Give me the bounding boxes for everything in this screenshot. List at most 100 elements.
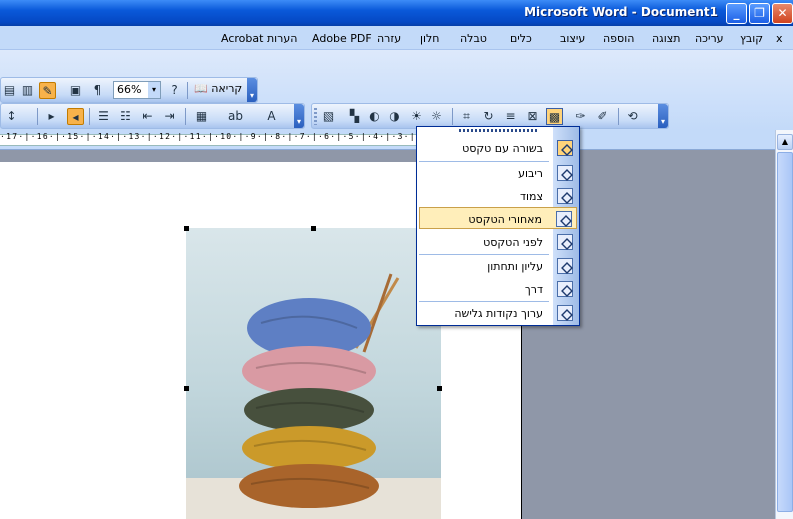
borders-icon[interactable]: ▦ xyxy=(193,108,210,125)
yarn-illustration xyxy=(186,273,441,519)
window-title: Microsoft Word - Document1 xyxy=(524,5,718,19)
numbering-icon[interactable]: ☰ xyxy=(95,108,112,125)
toolbar-separator xyxy=(37,108,38,125)
rotate-icon[interactable]: ↻ xyxy=(480,108,497,125)
zoom-select[interactable]: 66% ▾ xyxy=(113,81,161,99)
menu-edit[interactable]: עריכה xyxy=(695,32,724,45)
zoom-value: 66% xyxy=(117,83,142,96)
toolbar-separator xyxy=(452,108,453,125)
text-wrapping-menu: בשורה עם טקסט ריבוע צמוד מאחורי הטקסט לפ… xyxy=(416,126,580,326)
menu-drag-handle[interactable] xyxy=(459,129,537,132)
bullets-icon[interactable]: ☷ xyxy=(117,108,134,125)
resize-handle[interactable] xyxy=(437,386,442,391)
menu-item-label: מאחורי הטקסט xyxy=(468,213,542,226)
toolbar-separator xyxy=(618,108,619,125)
horizontal-ruler[interactable]: ·17·|·16·|·15·|·14·|·13·|·12·|·11·|·10·|… xyxy=(0,130,775,150)
close-document-button[interactable]: x xyxy=(776,32,783,45)
top-and-bottom-icon xyxy=(557,258,573,274)
square-wrap-icon xyxy=(557,165,573,181)
format-picture-icon[interactable]: ✑ xyxy=(572,108,589,125)
zoom-dropdown-arrow[interactable]: ▾ xyxy=(148,82,160,98)
wrap-tight[interactable]: צמוד xyxy=(419,185,577,207)
menu-window[interactable]: חלון xyxy=(420,32,439,45)
wrap-in-front-of-text[interactable]: לפני הטקסט xyxy=(419,231,577,253)
menu-adobe-pdf[interactable]: Adobe PDF xyxy=(312,32,372,45)
toolbar-separator xyxy=(89,108,90,125)
color-icon[interactable]: ▚ xyxy=(346,108,363,125)
menu-item-label: עליון ותחתון xyxy=(487,260,543,273)
text-wrapping-icon[interactable]: ▩ xyxy=(546,108,563,125)
excel-icon[interactable]: ▤ xyxy=(1,82,18,99)
menu-item-label: בשורה עם טקסט xyxy=(462,142,543,155)
less-brightness-icon[interactable]: ☼ xyxy=(428,108,445,125)
drawing-icon[interactable]: ✎ xyxy=(39,82,56,99)
menu-item-label: דרך xyxy=(524,283,543,296)
toolbar-options-chevron[interactable]: ▾ xyxy=(658,104,668,128)
ruler-labels: ·17·|·16·|·15·|·14·|·13·|·12·|·11·|·10·|… xyxy=(0,132,465,141)
decrease-indent-icon[interactable]: ⇤ xyxy=(139,108,156,125)
book-icon: 📖 xyxy=(194,82,208,95)
resize-handle[interactable] xyxy=(311,226,316,231)
more-brightness-icon[interactable]: ☀ xyxy=(408,108,425,125)
toolbar-separator xyxy=(187,82,188,99)
read-button[interactable]: 📖 קריאה xyxy=(194,82,242,95)
menu-tools[interactable]: כלים xyxy=(510,32,532,45)
toolbar-options-chevron[interactable]: ▾ xyxy=(247,78,257,102)
yarn-image[interactable] xyxy=(186,228,441,519)
scroll-up-button[interactable]: ▲ xyxy=(777,134,793,150)
tight-wrap-icon xyxy=(557,188,573,204)
wrap-inline-with-text[interactable]: בשורה עם טקסט xyxy=(419,137,577,159)
vertical-scrollbar[interactable]: ▲ xyxy=(775,130,793,519)
edit-wrap-points[interactable]: ערוך נקודות גלישה xyxy=(419,302,577,324)
menu-help[interactable]: עזרה xyxy=(377,32,401,45)
menu-item-label: ריבוע xyxy=(518,167,543,180)
font-color-icon[interactable]: A xyxy=(263,108,280,125)
columns-icon[interactable]: ▥ xyxy=(19,82,36,99)
title-bar: Microsoft Word - Document1 _ ❐ ✕ xyxy=(0,0,793,26)
increase-indent-icon[interactable]: ⇥ xyxy=(161,108,178,125)
menu-format[interactable]: עיצוב xyxy=(560,32,585,45)
ltr-paragraph-icon[interactable]: ▸ xyxy=(43,108,60,125)
in-front-of-text-icon xyxy=(557,234,573,250)
line-spacing-icon[interactable]: ↕ xyxy=(3,108,20,125)
reset-picture-icon[interactable]: ⟲ xyxy=(624,108,641,125)
formatting-toolbar: ↕ ▸ ◂ ☰ ☷ ⇤ ⇥ ▦ ab A ▾ xyxy=(0,103,305,129)
less-contrast-icon[interactable]: ◑ xyxy=(386,108,403,125)
set-transparent-color-icon[interactable]: ✐ xyxy=(594,108,611,125)
menu-file[interactable]: קובץ xyxy=(740,32,763,45)
menu-item-label: לפני הטקסט xyxy=(483,236,543,249)
rtl-paragraph-icon[interactable]: ◂ xyxy=(67,108,84,125)
menu-table[interactable]: טבלה xyxy=(460,32,487,45)
minimize-button[interactable]: _ xyxy=(726,3,747,24)
resize-handle[interactable] xyxy=(184,386,189,391)
wrap-behind-text[interactable]: מאחורי הטקסט xyxy=(419,207,577,229)
crop-icon[interactable]: ⌗ xyxy=(458,108,475,125)
close-window-button[interactable]: ✕ xyxy=(772,3,793,24)
toolbar-separator xyxy=(185,108,186,125)
behind-text-icon xyxy=(556,211,572,227)
document-map-icon[interactable]: ▣ xyxy=(67,82,84,99)
more-contrast-icon[interactable]: ◐ xyxy=(366,108,383,125)
toolbar-options-chevron[interactable]: ▾ xyxy=(294,104,304,128)
inline-with-text-icon xyxy=(557,140,573,156)
show-hide-button[interactable]: ¶ xyxy=(89,82,106,99)
edit-wrap-points-icon xyxy=(557,305,573,321)
scroll-thumb[interactable] xyxy=(777,152,793,512)
compress-icon[interactable]: ⊠ xyxy=(524,108,541,125)
menu-bar: x קובץ עריכה תצוגה הוספה עיצוב כלים טבלה… xyxy=(0,26,793,50)
menu-view[interactable]: תצוגה xyxy=(652,32,680,45)
read-button-label: קריאה xyxy=(211,82,243,95)
through-wrap-icon xyxy=(557,281,573,297)
insert-picture-icon[interactable]: ▧ xyxy=(320,108,337,125)
help-icon[interactable]: ? xyxy=(166,82,183,99)
toolbar-grip[interactable] xyxy=(314,108,317,125)
wrap-top-and-bottom[interactable]: עליון ותחתון xyxy=(419,255,577,277)
maximize-button[interactable]: ❐ xyxy=(749,3,770,24)
resize-handle[interactable] xyxy=(184,226,189,231)
menu-insert[interactable]: הוספה xyxy=(603,32,634,45)
menu-acrobat-comments[interactable]: Acrobat הערות xyxy=(221,32,297,45)
wrap-through[interactable]: דרך xyxy=(419,278,577,300)
line-style-icon[interactable]: ≡ xyxy=(502,108,519,125)
highlight-icon[interactable]: ab xyxy=(227,108,244,125)
wrap-square[interactable]: ריבוע xyxy=(419,162,577,184)
